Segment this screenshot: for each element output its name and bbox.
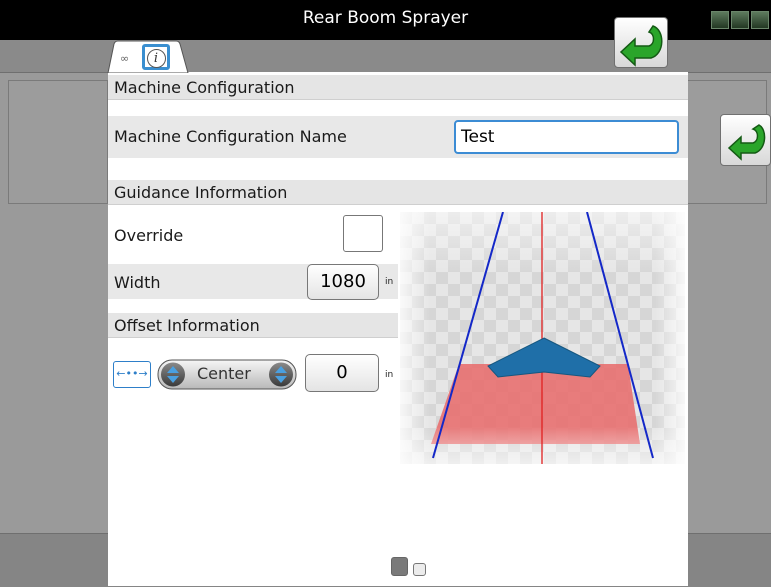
page-indicator-1[interactable]: [391, 557, 408, 576]
section-header-offset-information: Offset Information: [108, 313, 398, 338]
override-checkbox[interactable]: [343, 215, 383, 252]
return-arrow-icon: [619, 25, 663, 67]
offset-position-value: Center: [197, 364, 251, 383]
machine-configuration-row: Machine Configuration Name Test: [108, 116, 688, 158]
background-panel-left: [8, 80, 108, 204]
offset-direction-button[interactable]: ←••→: [113, 361, 151, 388]
machine-configuration-name-label: Machine Configuration Name: [114, 127, 347, 146]
width-input[interactable]: 1080: [307, 264, 379, 300]
return-button[interactable]: [614, 17, 668, 68]
width-label: Width: [114, 273, 161, 292]
link-icon[interactable]: ∞: [120, 52, 129, 65]
offset-position-selector[interactable]: Center: [157, 358, 297, 391]
section-header-machine-configuration: Machine Configuration: [108, 75, 688, 100]
machine-configuration-name-input[interactable]: Test: [454, 120, 679, 154]
return-arrow-icon: [727, 124, 766, 161]
width-unit: in: [385, 277, 394, 287]
offset-unit: in: [385, 370, 394, 380]
status-icons: [711, 11, 769, 29]
return-button-background[interactable]: [720, 114, 771, 166]
override-label: Override: [114, 226, 184, 245]
page-indicator-2[interactable]: [413, 563, 426, 576]
left-right-arrows-icon: ←••→: [116, 367, 148, 380]
offset-value-input[interactable]: 0: [305, 354, 379, 392]
status-icon-2[interactable]: [731, 11, 749, 29]
tab-info[interactable]: ∞ i: [104, 40, 190, 73]
status-icon-3[interactable]: [751, 11, 769, 29]
guidance-visualization: [400, 212, 685, 464]
section-header-guidance-information: Guidance Information: [108, 180, 688, 205]
status-icon-1[interactable]: [711, 11, 729, 29]
info-icon[interactable]: i: [142, 44, 170, 70]
